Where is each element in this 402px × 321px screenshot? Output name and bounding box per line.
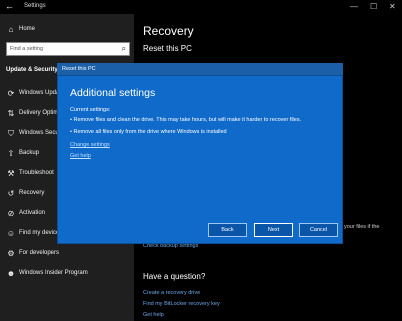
minimize-button[interactable]: — (350, 2, 358, 12)
bullet-item: • Remove files and clean the drive. This… (70, 117, 302, 123)
sidebar-item-label: Activation (19, 210, 46, 216)
dialog-bar-title: Reset this PC (62, 66, 96, 72)
shield-icon: ⛉ (8, 129, 14, 138)
wrench-icon: ⚒ (7, 169, 15, 178)
sidebar-item-for-developers[interactable]: ⚙ For developers (0, 248, 134, 264)
bitlocker-key-link[interactable]: Find my BitLocker recovery key (143, 301, 220, 307)
title-bar: ← Settings — ☐ ✕ (0, 0, 402, 14)
settings-window: ← Settings — ☐ ✕ ⌂ Home Find a setting ⌕… (0, 0, 402, 321)
search-input[interactable]: Find a setting ⌕ (6, 42, 130, 56)
insider-icon: ☻ (6, 269, 16, 278)
sidebar-item-home[interactable]: ⌂ Home (0, 24, 134, 40)
question-heading: Have a question? (143, 272, 206, 281)
sidebar-item-label: Windows Insider Program (19, 270, 88, 276)
home-icon: ⌂ (8, 25, 14, 34)
maximize-button[interactable]: ☐ (370, 2, 377, 12)
backup-icon: ⇧ (7, 149, 15, 158)
sidebar-item-label: Recovery (19, 190, 45, 196)
sync-icon: ⟳ (7, 89, 15, 98)
section-heading: Update & Security (6, 67, 58, 73)
recovery-icon: ↺ (7, 189, 15, 198)
recovery-drive-link[interactable]: Create a recovery drive (143, 290, 200, 296)
back-arrow-icon[interactable]: ← (5, 1, 14, 11)
next-button[interactable]: Next (254, 223, 293, 237)
cancel-button[interactable]: Cancel (299, 223, 338, 237)
page-title: Recovery (143, 24, 194, 38)
change-settings-link[interactable]: Change settings (70, 142, 110, 148)
bullet-text: Remove files and clean the drive. This m… (73, 117, 302, 123)
sidebar-item-label: Home (19, 26, 36, 32)
sidebar-item-label: For developers (19, 250, 60, 256)
bullet-item: • Remove all files only from the drive w… (70, 129, 227, 135)
delivery-icon: ⇅ (7, 109, 15, 118)
sidebar-item-label: Troubleshoot (19, 170, 54, 176)
sidebar-item-label: Backup (19, 150, 40, 156)
sidebar-item-label: Find my device (19, 230, 60, 236)
dialog-get-help-link[interactable]: Get help (70, 153, 91, 159)
reset-dialog: Additional settings Current settings: • … (57, 75, 343, 244)
get-help-link[interactable]: Get help (143, 312, 164, 318)
developer-icon: ⚙ (7, 249, 15, 258)
current-settings-label: Current settings: (70, 107, 111, 113)
dialog-title: Additional settings (70, 87, 156, 99)
search-placeholder: Find a setting (10, 46, 44, 52)
search-icon: ⌕ (121, 44, 126, 53)
check-circle-icon: ⊘ (7, 209, 15, 218)
section-subtitle: Reset this PC (143, 44, 192, 53)
dialog-title-bar: Reset this PC (57, 63, 343, 75)
partial-text: your files if the (344, 224, 380, 230)
window-title: Settings (24, 3, 46, 9)
close-button[interactable]: ✕ (389, 2, 396, 12)
bullet-text: Remove all files only from the drive whe… (73, 129, 227, 135)
back-button[interactable]: Back (208, 223, 247, 237)
sidebar-item-windows-insider[interactable]: ☻ Windows Insider Program (0, 268, 134, 284)
person-location-icon: ☺ (6, 229, 16, 238)
